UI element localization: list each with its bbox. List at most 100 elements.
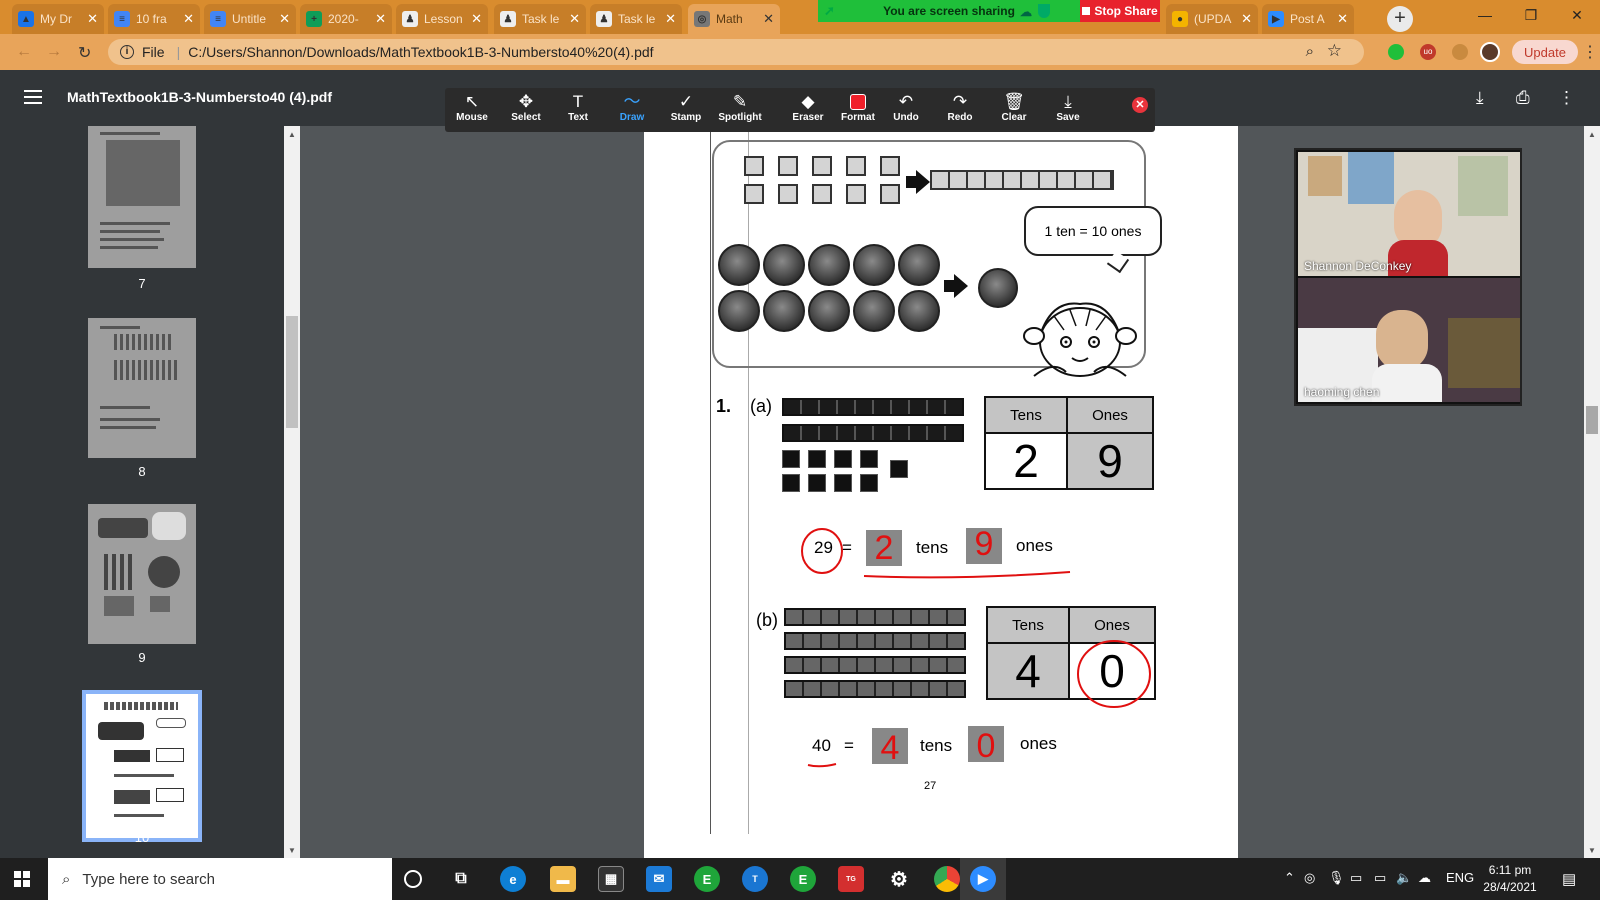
participant-name: Shannon DeConkey bbox=[1304, 259, 1412, 273]
tab-favicon-icon: ● bbox=[1172, 11, 1188, 27]
tool-select[interactable]: ✥ Select bbox=[501, 92, 551, 130]
page-thumbnail-10[interactable] bbox=[82, 690, 202, 842]
meet-now-icon[interactable]: ◎ bbox=[1304, 870, 1315, 886]
forward-icon[interactable]: → bbox=[46, 43, 62, 61]
system-clock[interactable]: 6:11 pm 28/4/2021 bbox=[1478, 862, 1542, 896]
tool-format[interactable]: Format bbox=[833, 92, 883, 130]
browser-tab[interactable]: ♟ Lesson ✕ bbox=[396, 4, 488, 34]
tool-spotlight[interactable]: ✎ Spotlight bbox=[715, 92, 765, 130]
browser-menu-icon[interactable]: ⋮ bbox=[1582, 42, 1598, 62]
profile-avatar[interactable] bbox=[1480, 42, 1500, 62]
tab-close-icon[interactable]: ✕ bbox=[375, 11, 386, 27]
tab-close-icon[interactable]: ✕ bbox=[87, 11, 98, 27]
back-icon[interactable]: ← bbox=[16, 43, 32, 61]
browser-tab[interactable]: ▶ Post A ✕ bbox=[1262, 4, 1354, 34]
tab-close-icon[interactable]: ✕ bbox=[1337, 11, 1348, 27]
tab-close-icon[interactable]: ✕ bbox=[569, 11, 580, 27]
scroll-up-icon[interactable]: ▲ bbox=[1588, 130, 1596, 139]
tool-save[interactable]: ⤓ Save bbox=[1043, 92, 1093, 130]
file-explorer-icon[interactable]: ▬ bbox=[550, 866, 576, 892]
store-icon[interactable]: ▦ bbox=[598, 866, 624, 892]
close-toolbar-icon[interactable]: ✕ bbox=[1132, 97, 1148, 113]
url-text[interactable]: C:/Users/Shannon/Downloads/MathTextbook1… bbox=[188, 44, 653, 60]
video-tile[interactable]: Shannon DeConkey bbox=[1298, 152, 1520, 276]
tool-redo[interactable]: ↷ Redo bbox=[935, 92, 985, 130]
language-indicator[interactable]: ENG bbox=[1446, 870, 1474, 885]
unit-cube bbox=[744, 156, 764, 176]
page-thumbnail-7[interactable] bbox=[88, 126, 196, 268]
page-thumbnail-8[interactable] bbox=[88, 318, 196, 458]
print-icon[interactable]: ⎙ bbox=[1516, 88, 1530, 108]
reload-icon[interactable]: ↻ bbox=[78, 43, 91, 63]
tool-draw[interactable]: 〜 Draw bbox=[607, 92, 657, 130]
browser-tab[interactable]: ◎ Math ✕ bbox=[688, 4, 780, 34]
zoom-app-icon[interactable]: ▶ bbox=[970, 866, 996, 892]
omnibox[interactable]: i File | C:/Users/Shannon/Downloads/Math… bbox=[108, 39, 1364, 65]
new-tab-button[interactable]: + bbox=[1387, 6, 1413, 32]
tool-clear[interactable]: 🗑 Clear bbox=[989, 92, 1039, 130]
tab-close-icon[interactable]: ✕ bbox=[471, 11, 482, 27]
close-window-button[interactable]: ✕ bbox=[1554, 0, 1600, 30]
battery-icon[interactable]: ▭ bbox=[1350, 870, 1362, 886]
tab-close-icon[interactable]: ✕ bbox=[763, 11, 774, 27]
display-icon[interactable]: ▭ bbox=[1374, 870, 1386, 886]
main-scrollbar[interactable]: ▲ ▼ bbox=[1584, 126, 1600, 858]
extension-puzzle-icon[interactable] bbox=[1452, 44, 1468, 60]
browser-tab[interactable]: ≡ Untitle ✕ bbox=[204, 4, 296, 34]
video-tile[interactable]: haoming chen bbox=[1298, 278, 1520, 402]
page-thumbnail-9[interactable] bbox=[88, 504, 196, 644]
browser-tab[interactable]: ▲ My Dr ✕ bbox=[12, 4, 104, 34]
bookmark-star-icon[interactable]: ☆ bbox=[1327, 41, 1342, 61]
scroll-down-icon[interactable]: ▼ bbox=[288, 846, 296, 855]
tool-undo[interactable]: ↶ Undo bbox=[881, 92, 931, 130]
tool-eraser[interactable]: ◆ Eraser bbox=[783, 92, 833, 130]
tool-stamp[interactable]: ✓ Stamp bbox=[661, 92, 711, 130]
chevron-up-icon[interactable]: ⌃ bbox=[1284, 870, 1295, 886]
extension-evernote-icon[interactable] bbox=[1388, 44, 1404, 60]
network-icon[interactable]: ☁ bbox=[1418, 870, 1431, 886]
zoom-icon[interactable]: ⌕ bbox=[1306, 43, 1314, 60]
windows-start-icon[interactable] bbox=[14, 871, 30, 887]
evernote-icon[interactable]: E bbox=[694, 866, 720, 892]
download-icon[interactable]: ⤓ bbox=[1476, 88, 1484, 108]
browser-tab[interactable]: ● (UPDA ✕ bbox=[1166, 4, 1258, 34]
stop-share-button[interactable]: Stop Share bbox=[1080, 0, 1160, 22]
microphone-icon[interactable]: 🎙 bbox=[1328, 870, 1345, 886]
volume-icon[interactable]: 🔈 bbox=[1396, 870, 1412, 886]
task-view-icon[interactable]: ⧉ bbox=[448, 866, 474, 892]
menu-icon[interactable] bbox=[24, 90, 42, 104]
tutor-group-icon[interactable]: TG bbox=[838, 866, 864, 892]
evernote-icon[interactable]: E bbox=[790, 866, 816, 892]
browser-tab[interactable]: +2020- ✕ bbox=[300, 4, 392, 34]
update-button[interactable]: Update bbox=[1512, 40, 1578, 64]
edge-icon[interactable]: e bbox=[500, 866, 526, 892]
browser-tab[interactable]: ♟ Task le ✕ bbox=[494, 4, 586, 34]
chrome-icon[interactable] bbox=[934, 866, 960, 892]
tab-label: (UPDA bbox=[1194, 12, 1232, 26]
notifications-icon[interactable]: ▤ bbox=[1562, 870, 1576, 888]
scroll-down-icon[interactable]: ▼ bbox=[1588, 846, 1596, 855]
sidebar-scroll-thumb[interactable] bbox=[286, 316, 298, 428]
browser-tab[interactable]: ♟ Task le ✕ bbox=[590, 4, 682, 34]
browser-tab[interactable]: ≡ 10 fra ✕ bbox=[108, 4, 200, 34]
cortana-icon[interactable] bbox=[404, 870, 422, 888]
tool-text[interactable]: T Text bbox=[553, 92, 603, 130]
tab-close-icon[interactable]: ✕ bbox=[183, 11, 194, 27]
main-scroll-thumb[interactable] bbox=[1586, 406, 1598, 434]
scroll-up-icon[interactable]: ▲ bbox=[288, 130, 296, 139]
tab-close-icon[interactable]: ✕ bbox=[279, 11, 290, 27]
minimize-button[interactable]: — bbox=[1462, 0, 1508, 30]
tool-mouse[interactable]: ↖ Mouse bbox=[447, 92, 497, 130]
tab-close-icon[interactable]: ✕ bbox=[1241, 11, 1252, 27]
more-options-icon[interactable]: ⋮ bbox=[1558, 88, 1575, 108]
extension-ublock-icon[interactable]: uo bbox=[1420, 44, 1436, 60]
taskbar-search[interactable]: ⌕ Type here to search bbox=[48, 858, 392, 900]
tab-close-icon[interactable]: ✕ bbox=[665, 11, 676, 27]
restore-button[interactable]: ❐ bbox=[1508, 0, 1554, 30]
mail-icon[interactable]: ✉ bbox=[646, 866, 672, 892]
info-icon[interactable]: i bbox=[120, 45, 134, 59]
tutor-app-icon[interactable]: T bbox=[742, 866, 768, 892]
settings-gear-icon[interactable]: ⚙ bbox=[886, 866, 912, 892]
one-cent-coin bbox=[898, 244, 940, 286]
sidebar-scrollbar[interactable] bbox=[284, 126, 300, 858]
